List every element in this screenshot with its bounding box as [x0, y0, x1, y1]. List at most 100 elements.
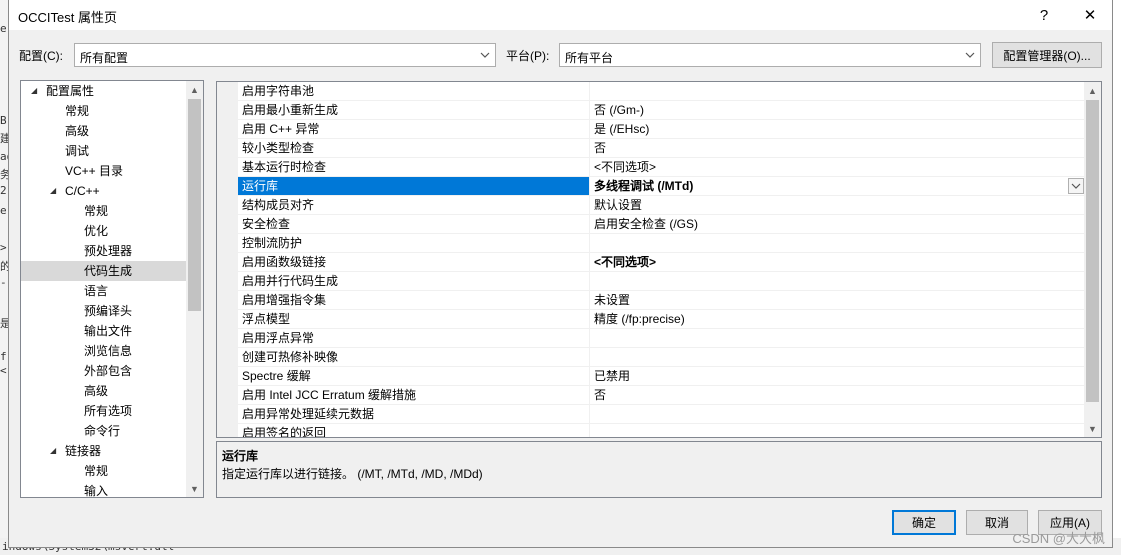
grid-scroll-thumb[interactable] [1086, 100, 1099, 402]
property-row[interactable]: 启用异常处理延续元数据 [217, 405, 1085, 424]
tree-item[interactable]: VC++ 目录 [21, 161, 187, 181]
platform-select[interactable]: 所有平台 [559, 43, 981, 67]
property-value[interactable]: 否 [590, 139, 1085, 158]
property-name[interactable]: 启用 Intel JCC Erratum 缓解措施 [238, 386, 590, 405]
tree-item[interactable]: 所有选项 [21, 401, 187, 421]
property-name[interactable]: 启用最小重新生成 [238, 101, 590, 120]
property-row[interactable]: 创建可热修补映像 [217, 348, 1085, 367]
property-row[interactable]: 安全检查 启用安全检查 (/GS) [217, 215, 1085, 234]
property-row[interactable]: 启用增强指令集 未设置 [217, 291, 1085, 310]
property-name[interactable]: 启用函数级链接 [238, 253, 590, 272]
property-value[interactable] [590, 405, 1085, 424]
ok-button[interactable]: 确定 [892, 510, 956, 535]
property-value[interactable]: 精度 (/fp:precise) [590, 310, 1085, 329]
property-value[interactable] [590, 234, 1085, 253]
tree-item[interactable]: 高级 [21, 381, 187, 401]
property-row[interactable]: 结构成员对齐 默认设置 [217, 196, 1085, 215]
property-row[interactable]: 较小类型检查否 [217, 139, 1085, 158]
property-value[interactable]: 默认设置 [590, 196, 1085, 215]
property-row[interactable]: 启用 Intel JCC Erratum 缓解措施否 [217, 386, 1085, 405]
property-row[interactable]: 基本运行时检查 <不同选项> [217, 158, 1085, 177]
property-name[interactable]: 较小类型检查 [238, 139, 590, 158]
row-gutter [217, 101, 238, 120]
property-name[interactable]: 创建可热修补映像 [238, 348, 590, 367]
property-name[interactable]: 启用增强指令集 [238, 291, 590, 310]
tree-item[interactable]: 外部包含 [21, 361, 187, 381]
property-row[interactable]: 控制流防护 [217, 234, 1085, 253]
property-name[interactable]: 浮点模型 [238, 310, 590, 329]
property-tree: 输入 常规 ◢ 链接器 命令行 所有选项 高级 外部包含 浏览信息 输出文件 预编译头 语言 代码生成预… [20, 80, 204, 498]
property-name[interactable]: 结构成员对齐 [238, 196, 590, 215]
property-value[interactable]: 否 [590, 386, 1085, 405]
tree-item[interactable]: 常规 [21, 201, 187, 221]
tree-item[interactable]: 代码生成 [21, 261, 187, 281]
scroll-up-icon[interactable]: ▲ [186, 81, 203, 98]
tree-item[interactable]: 预编译头 [21, 301, 187, 321]
property-name[interactable]: 基本运行时检查 [238, 158, 590, 177]
property-name[interactable]: Spectre 缓解 [238, 367, 590, 386]
tree-item[interactable]: 常规 [21, 101, 187, 121]
value-dropdown-button[interactable] [1068, 178, 1084, 194]
property-row[interactable]: 启用最小重新生成否 (/Gm-) [217, 101, 1085, 120]
property-row[interactable]: 启用函数级链接 <不同选项> [217, 253, 1085, 272]
property-value[interactable] [590, 272, 1085, 291]
property-name[interactable]: 启用浮点异常 [238, 329, 590, 348]
property-row[interactable]: 启用签名的返回 [217, 424, 1085, 437]
tree-item[interactable]: 输出文件 [21, 321, 187, 341]
expand-icon[interactable]: ◢ [50, 441, 56, 461]
property-name[interactable]: 运行库 [238, 177, 590, 196]
property-row[interactable]: 启用字符串池 [217, 82, 1085, 101]
property-row[interactable]: 启用浮点异常 [217, 329, 1085, 348]
property-value[interactable] [590, 82, 1085, 101]
property-row[interactable]: Spectre 缓解 已禁用 [217, 367, 1085, 386]
tree-item[interactable]: ◢ 链接器 [21, 441, 187, 461]
expand-icon[interactable]: ◢ [31, 81, 37, 101]
property-value[interactable] [590, 424, 1085, 437]
expand-icon[interactable]: ◢ [50, 181, 56, 201]
property-name[interactable]: 启用 C++ 异常 [238, 120, 590, 139]
property-value[interactable]: 多线程调试 (/MTd) [590, 177, 1085, 196]
tree-item[interactable]: 输入 [21, 481, 187, 497]
property-value[interactable]: 未设置 [590, 291, 1085, 310]
scroll-down-icon[interactable]: ▼ [186, 480, 203, 497]
tree-item[interactable]: 常规 [21, 461, 187, 481]
property-value[interactable] [590, 329, 1085, 348]
scroll-down-icon[interactable]: ▼ [1084, 420, 1101, 437]
tree-item[interactable]: 高级 [21, 121, 187, 141]
tree-item[interactable]: 语言 [21, 281, 187, 301]
help-button[interactable]: ? [1021, 0, 1067, 30]
config-manager-button[interactable]: 配置管理器(O)... [992, 42, 1102, 68]
tree-item[interactable]: 浏览信息 [21, 341, 187, 361]
config-select[interactable]: 所有配置 [74, 43, 496, 67]
property-name[interactable]: 启用并行代码生成 [238, 272, 590, 291]
property-row[interactable]: 启用 C++ 异常是 (/EHsc) [217, 120, 1085, 139]
property-value[interactable]: 否 (/Gm-) [590, 101, 1085, 120]
tree-item[interactable]: 预处理器 [21, 241, 187, 261]
property-value[interactable]: 启用安全检查 (/GS) [590, 215, 1085, 234]
property-value[interactable]: 已禁用 [590, 367, 1085, 386]
property-row[interactable]: 启用并行代码生成 [217, 272, 1085, 291]
property-name[interactable]: 安全检查 [238, 215, 590, 234]
scroll-up-icon[interactable]: ▲ [1084, 82, 1101, 99]
tree-item-label: 预处理器 [84, 244, 133, 258]
grid-scrollbar[interactable]: ▲ ▼ [1084, 82, 1101, 437]
tree-item[interactable]: ◢ C/C++ [21, 181, 187, 201]
property-value[interactable]: <不同选项> [590, 253, 1085, 272]
property-name[interactable]: 启用异常处理延续元数据 [238, 405, 590, 424]
tree-item[interactable]: 命令行 [21, 421, 187, 441]
property-value[interactable]: 是 (/EHsc) [590, 120, 1085, 139]
tree-item[interactable]: ◢ 配置属性 [21, 81, 187, 101]
tree-scrollbar[interactable]: ▲ ▼ [186, 81, 203, 497]
close-button[interactable]: ✕ [1067, 0, 1113, 30]
tree-scroll-thumb[interactable] [188, 99, 201, 311]
property-name[interactable]: 控制流防护 [238, 234, 590, 253]
property-value[interactable] [590, 348, 1085, 367]
property-value[interactable]: <不同选项> [590, 158, 1085, 177]
property-row[interactable]: 浮点模型 精度 (/fp:precise) [217, 310, 1085, 329]
tree-item[interactable]: 调试 [21, 141, 187, 161]
property-name[interactable]: 启用字符串池 [238, 82, 590, 101]
property-name[interactable]: 启用签名的返回 [238, 424, 590, 437]
property-row[interactable]: 运行库 多线程调试 (/MTd) [217, 177, 1085, 196]
chevron-down-icon [1071, 183, 1081, 189]
tree-item[interactable]: 优化 [21, 221, 187, 241]
